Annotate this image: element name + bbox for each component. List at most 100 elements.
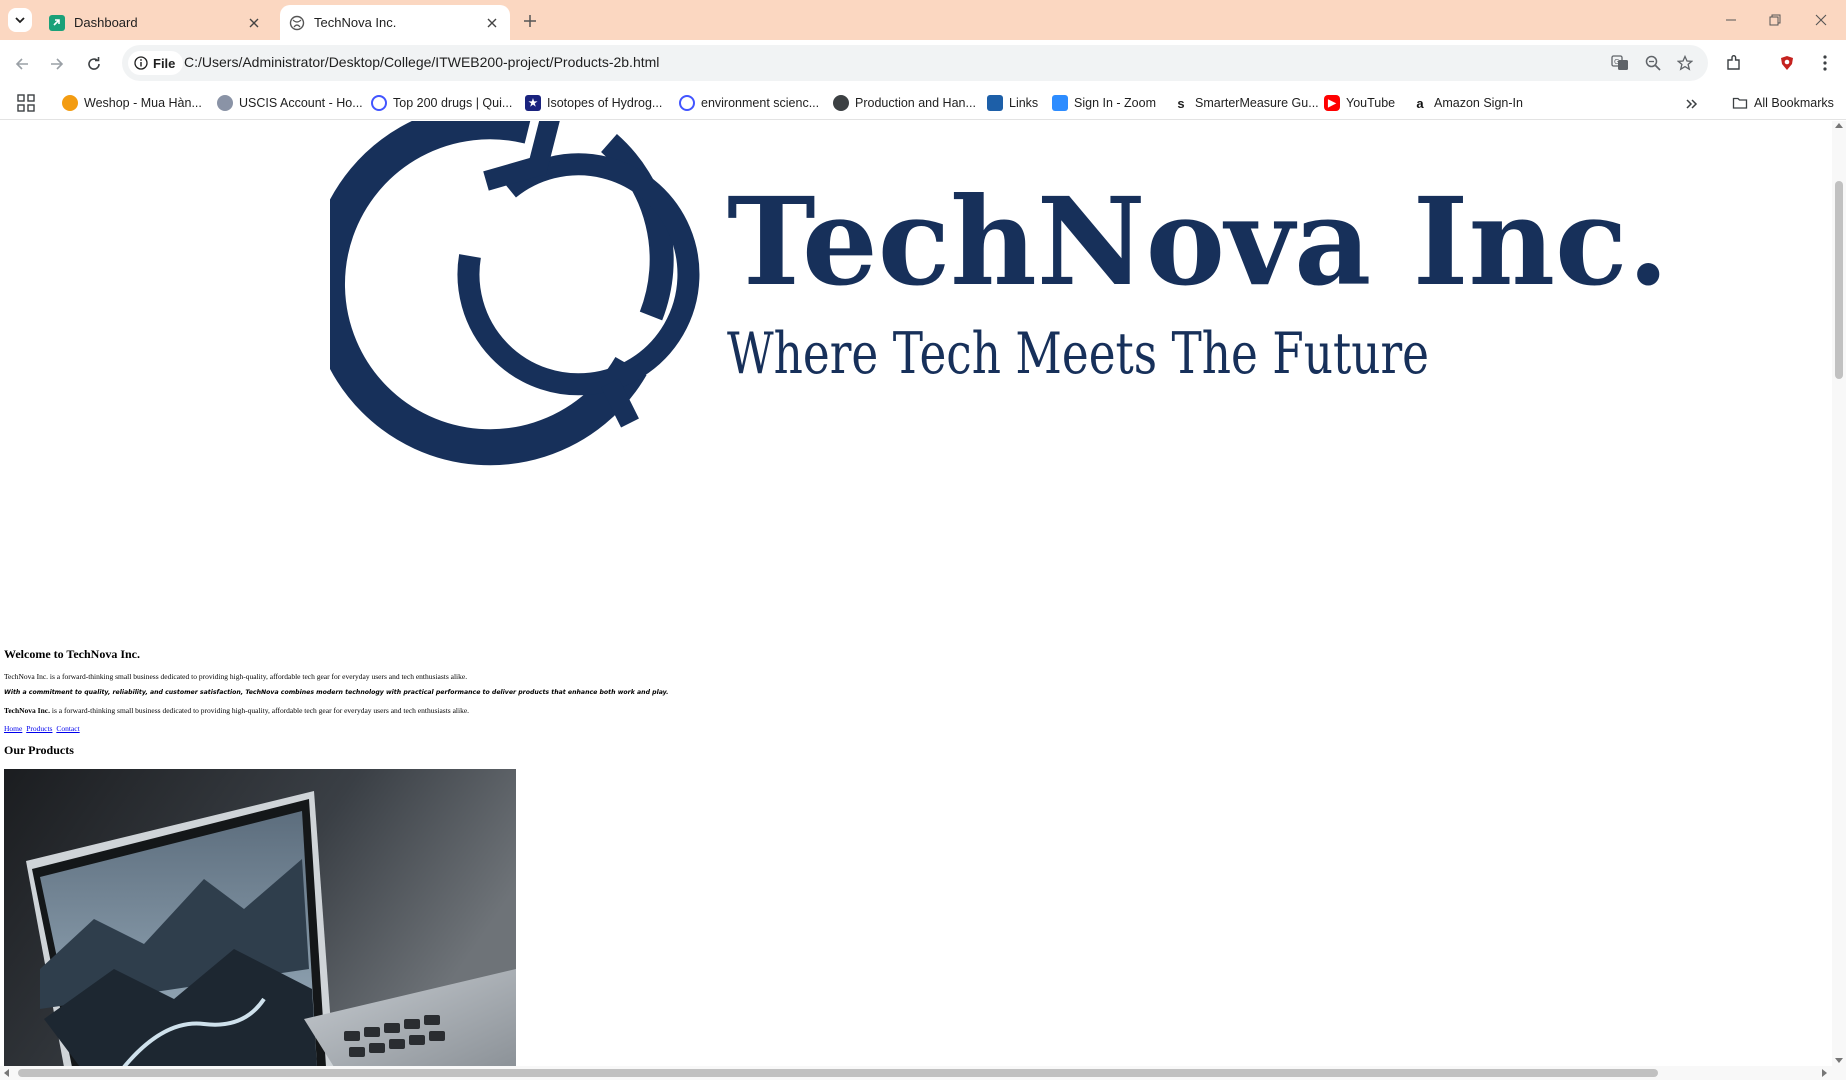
bookmark-label: YouTube	[1346, 96, 1396, 110]
logo-tagline: Where Tech Meets The Future	[727, 321, 1429, 387]
minimize-button[interactable]	[1714, 6, 1748, 34]
back-button[interactable]	[9, 51, 35, 77]
close-icon[interactable]	[244, 13, 264, 33]
bookmark-uscis[interactable]: USCIS Account - Ho...	[217, 92, 363, 114]
info-icon	[134, 56, 148, 70]
quizlet-icon	[371, 95, 387, 111]
zoom-icon	[1052, 95, 1068, 111]
tab-dashboard[interactable]: Dashboard	[40, 5, 272, 40]
tab-title: Dashboard	[74, 15, 138, 30]
technova-logo: TechNova Inc. Where Tech Meets The Futur…	[330, 121, 1669, 466]
svg-text:G: G	[1614, 58, 1619, 66]
scroll-down-arrow-icon[interactable]	[1835, 1058, 1843, 1063]
bookmark-label: Production and Han...	[855, 96, 976, 110]
tab-title: TechNova Inc.	[314, 15, 397, 30]
scroll-right-arrow-icon[interactable]	[1822, 1069, 1827, 1077]
bookmark-links[interactable]: Links	[987, 92, 1038, 114]
bookmark-weshop[interactable]: Weshop - Mua Hàn...	[62, 92, 202, 114]
nav-link-home[interactable]: Home	[4, 724, 22, 733]
browser-toolbar: File C:/Users/Administrator/Desktop/Coll…	[0, 40, 1846, 86]
quizlet-icon	[679, 95, 695, 111]
smartermeasure-icon: s	[1173, 95, 1189, 111]
horizontal-scrollbar[interactable]	[0, 1066, 1846, 1080]
bookmark-zoom[interactable]: Sign In - Zoom	[1052, 92, 1156, 114]
minimize-icon	[1726, 19, 1736, 21]
links-icon	[987, 95, 1003, 111]
company-name: TechNova Inc.	[4, 706, 50, 715]
intro-paragraph-bold: TechNova Inc. is a forward-thinking smal…	[4, 706, 469, 715]
page-viewport: TechNova Inc. Where Tech Meets The Futur…	[0, 121, 1832, 1067]
uscis-icon	[217, 95, 233, 111]
vertical-scrollbar[interactable]	[1832, 121, 1846, 1067]
page-nav: Home Products Contact	[4, 724, 82, 733]
bookmark-environment[interactable]: environment scienc...	[679, 92, 819, 114]
bookmark-top200[interactable]: Top 200 drugs | Qui...	[371, 92, 512, 114]
all-bookmarks-button[interactable]: All Bookmarks	[1732, 92, 1834, 114]
bookmark-label: environment scienc...	[701, 96, 820, 110]
more-menu-icon[interactable]	[1814, 52, 1836, 74]
bookmark-label: SmarterMeasure Gu...	[1195, 96, 1319, 110]
bookmark-star-icon[interactable]	[1675, 53, 1695, 73]
welcome-heading: Welcome to TechNova Inc.	[4, 647, 140, 661]
star-flag-icon: ★	[525, 95, 541, 111]
close-icon	[1815, 14, 1827, 26]
bookmark-production[interactable]: Production and Han...	[833, 92, 976, 114]
scroll-up-arrow-icon[interactable]	[1835, 123, 1843, 128]
tab-strip: Dashboard TechNova Inc.	[0, 0, 1846, 40]
bookmark-youtube[interactable]: ▶ YouTube	[1324, 92, 1395, 114]
zoom-icon[interactable]	[1643, 53, 1663, 73]
site-info-chip[interactable]: File	[128, 51, 184, 75]
bookmark-label: Amazon Sign-In	[1434, 96, 1523, 110]
new-tab-button[interactable]	[518, 9, 542, 33]
bookmark-label: Weshop - Mua Hàn...	[84, 96, 202, 110]
youtube-icon: ▶	[1324, 95, 1340, 111]
reload-button[interactable]	[81, 51, 107, 77]
chevron-down-icon	[15, 17, 25, 24]
bookmark-amazon[interactable]: a Amazon Sign-In	[1412, 92, 1523, 114]
intro-paragraph: TechNova Inc. is a forward-thinking smal…	[4, 672, 468, 681]
commitment-paragraph: With a commitment to quality, reliabilit…	[4, 689, 669, 696]
globe-icon	[833, 95, 849, 111]
forward-button[interactable]	[44, 51, 70, 77]
laptop-product-image[interactable]	[4, 769, 516, 1067]
window-close-button[interactable]	[1804, 6, 1838, 34]
arrow-right-icon	[51, 58, 64, 70]
bookmark-smartermeasure[interactable]: s SmarterMeasure Gu...	[1173, 92, 1319, 114]
scroll-left-arrow-icon[interactable]	[4, 1069, 9, 1077]
restore-button[interactable]	[1758, 6, 1792, 34]
bookmark-label: Isotopes of Hydrog...	[547, 96, 663, 110]
apps-grid-icon[interactable]	[16, 93, 36, 113]
horizontal-scroll-thumb[interactable]	[18, 1069, 1658, 1077]
link-favicon-icon	[48, 14, 66, 32]
products-heading: Our Products	[4, 743, 74, 757]
bookmark-isotopes[interactable]: ★ Isotopes of Hydrog...	[525, 92, 662, 114]
weshop-icon	[62, 95, 78, 111]
translate-icon[interactable]: G	[1610, 53, 1630, 73]
vertical-scroll-thumb[interactable]	[1835, 181, 1843, 379]
bookmarks-bar: Weshop - Mua Hàn... USCIS Account - Ho..…	[0, 86, 1846, 120]
bookmark-label: USCIS Account - Ho...	[239, 96, 363, 110]
bookmark-label: Links	[1009, 96, 1039, 110]
tab-search-button[interactable]	[8, 8, 32, 32]
folder-icon	[1732, 97, 1748, 109]
close-icon[interactable]	[482, 13, 502, 33]
globe-icon	[288, 14, 306, 32]
tab-technova[interactable]: TechNova Inc.	[280, 5, 510, 40]
bookmark-label: Top 200 drugs | Qui...	[393, 96, 513, 110]
address-bar[interactable]: File C:/Users/Administrator/Desktop/Coll…	[122, 45, 1708, 81]
nav-link-contact[interactable]: Contact	[56, 724, 79, 733]
amazon-icon: a	[1412, 95, 1428, 111]
extensions-icon[interactable]	[1723, 52, 1745, 74]
restore-icon	[1769, 14, 1781, 26]
reload-icon	[88, 57, 100, 70]
chevron-double-right-icon[interactable]	[1682, 94, 1702, 114]
plus-icon	[524, 15, 536, 27]
nav-link-products[interactable]: Products	[26, 724, 52, 733]
all-bookmarks-label: All Bookmarks	[1754, 96, 1834, 110]
scheme-label: File	[153, 55, 176, 71]
arrow-left-icon	[15, 58, 28, 70]
intro-paragraph-rest: is a forward-thinking small business ded…	[49, 706, 470, 715]
bookmark-label: Sign In - Zoom	[1074, 96, 1156, 110]
url-text[interactable]: C:/Users/Administrator/Desktop/College/I…	[184, 54, 659, 70]
profile-avatar-icon[interactable]	[1776, 52, 1798, 74]
